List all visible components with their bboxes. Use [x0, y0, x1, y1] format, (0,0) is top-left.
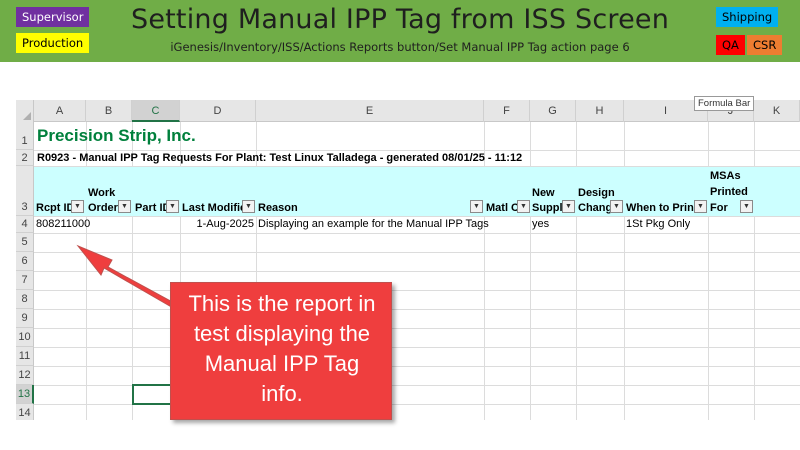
callout-arrow [76, 244, 199, 321]
callout-line-3: Manual IPP Tag [204, 351, 360, 376]
callout-line-1: This is the report in [188, 291, 376, 316]
callout-text: This is the report in test displaying th… [171, 289, 393, 409]
callout-box: This is the report in test displaying th… [170, 282, 392, 420]
callout-line-4: info. [261, 381, 303, 406]
callout-line-2: test displaying the [193, 321, 371, 346]
